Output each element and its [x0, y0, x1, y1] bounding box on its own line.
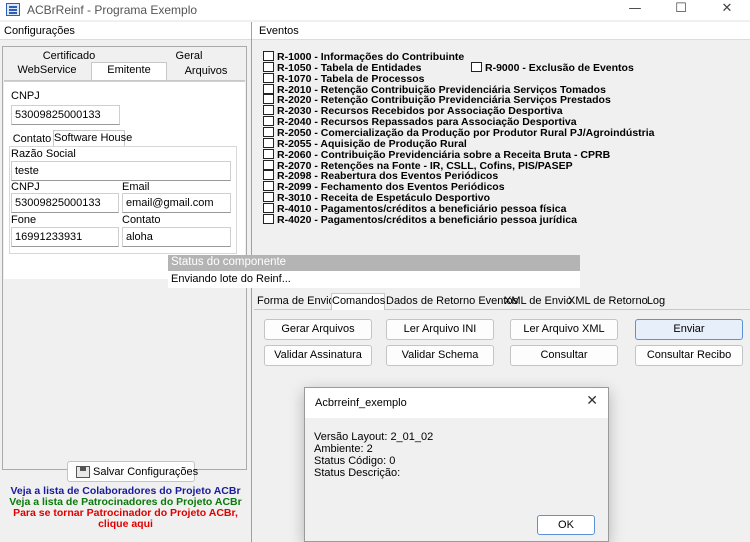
event-checkbox-item[interactable]: R-1070 - Tabela de Processos: [263, 72, 424, 84]
tab-contato[interactable]: Contato: [10, 132, 54, 147]
emitente-panel: CNPJ 53009825000133 Contato Software Hou…: [4, 81, 245, 279]
checkbox-icon: [263, 61, 274, 72]
software-house-panel: Razão Social teste CNPJ Email 5300982500…: [9, 146, 237, 254]
eventos-header: Eventos: [252, 22, 750, 40]
contato-label: Contato: [122, 214, 161, 226]
configuracoes-title: Configurações: [4, 25, 75, 37]
consultar-recibo-button[interactable]: Consultar Recibo: [635, 345, 743, 366]
dialog-title: Acbrreinf_exemplo: [315, 397, 407, 409]
checkbox-icon: [263, 148, 274, 159]
event-checkbox-item[interactable]: R-2060 - Contribuição Previdenciária sob…: [263, 148, 610, 160]
checkbox-icon: [263, 72, 274, 83]
dialog-line-status-codigo: Status Código: 0: [314, 455, 396, 467]
event-checkbox-item[interactable]: R-1000 - Informações do Contribuinte: [263, 51, 464, 63]
event-label: R-4020 - Pagamentos/créditos a beneficiá…: [277, 213, 577, 226]
ler-arquivo-xml-button[interactable]: Ler Arquivo XML: [510, 319, 618, 340]
email-field[interactable]: email@gmail.com: [122, 193, 231, 213]
event-checkbox-item[interactable]: R-2070 - Retenções na Fonte - IR, CSLL, …: [263, 159, 573, 171]
checkbox-icon: [263, 181, 274, 192]
checkbox-icon: [263, 137, 274, 148]
ok-button[interactable]: OK: [537, 515, 595, 535]
bottom-tabs: Forma de Envio Comandos Dados de Retorno…: [254, 293, 750, 310]
checkbox-icon: [263, 170, 274, 181]
sw-cnpj-label: CNPJ: [11, 181, 40, 193]
event-checkbox-item[interactable]: R-4020 - Pagamentos/créditos a beneficiá…: [263, 213, 577, 226]
checkbox-icon: [263, 83, 274, 94]
tab-comandos[interactable]: Comandos: [331, 293, 385, 310]
enviar-button[interactable]: Enviar: [635, 319, 743, 340]
checkbox-icon: [263, 192, 274, 203]
contato-field[interactable]: aloha: [122, 227, 231, 247]
sw-cnpj-field[interactable]: 53009825000133: [11, 193, 119, 213]
checkbox-icon: [263, 126, 274, 137]
cnpj-field[interactable]: 53009825000133: [11, 105, 120, 125]
event-checkbox-item[interactable]: R-2050 - Comercialização da Produção por…: [263, 126, 655, 138]
tab-emitente[interactable]: Emitente: [91, 62, 167, 80]
checkbox-icon: [263, 105, 274, 116]
tab-webservice[interactable]: WebService: [7, 63, 87, 79]
title-bar: ACBrReinf - Programa Exemplo — ☐ ✕: [0, 0, 750, 20]
event-checkbox-item[interactable]: R-2099 - Fechamento dos Eventos Periódic…: [263, 181, 505, 193]
consultar-button[interactable]: Consultar: [510, 345, 618, 366]
event-checkbox-item[interactable]: R-2055 - Aquisição de Produção Rural: [263, 137, 467, 149]
minimize-button[interactable]: —: [612, 0, 658, 20]
status-message: Enviando lote do Reinf...: [168, 271, 580, 288]
dialog-body: Versão Layout: 2_01_02 Ambiente: 2 Statu…: [305, 418, 608, 541]
checkbox-icon: [263, 51, 274, 61]
fone-field[interactable]: 16991233931: [11, 227, 119, 247]
eventos-title: Eventos: [259, 25, 299, 37]
tab-xml-retorno[interactable]: XML de Retorno: [568, 294, 648, 310]
event-checkbox-item[interactable]: R-2030 - Recursos Recebidos por Associaç…: [263, 105, 563, 117]
app-icon: [6, 3, 20, 16]
validar-schema-button[interactable]: Validar Schema: [386, 345, 494, 366]
event-checkbox-item[interactable]: R-2098 - Reabertura dos Eventos Periódic…: [263, 170, 498, 182]
event-checkbox-item[interactable]: R-1050 - Tabela de Entidades: [263, 61, 422, 73]
salvar-configuracoes-label: Salvar Configurações: [93, 466, 199, 478]
event-checkbox-item[interactable]: R-4010 - Pagamentos/créditos a beneficiá…: [263, 202, 566, 214]
save-icon: [76, 466, 90, 478]
close-window-button[interactable]: ✕: [704, 0, 750, 20]
salvar-configuracoes-button[interactable]: Salvar Configurações: [67, 461, 199, 482]
checkbox-icon: [263, 116, 274, 127]
event-checkbox-r9000[interactable]: R-9000 - Exclusão de Eventos: [471, 62, 634, 74]
razao-social-field[interactable]: teste: [11, 161, 231, 181]
link-clique-aqui[interactable]: clique aqui: [0, 518, 251, 530]
validar-assinatura-button[interactable]: Validar Assinatura: [264, 345, 372, 366]
status-title-bar: Status do componente: [168, 255, 580, 271]
event-checkbox-item[interactable]: R-2020 - Retenção Contribuição Previdenc…: [263, 94, 611, 106]
dialog-line-status-descricao: Status Descrição:: [314, 467, 401, 479]
event-checkbox-item[interactable]: R-2010 - Retenção Contribuição Previdenc…: [263, 83, 606, 95]
event-checkbox-item[interactable]: R-3010 - Receita de Espetáculo Desportiv…: [263, 192, 490, 204]
tab-dados-retorno[interactable]: Dados de Retorno Eventos: [386, 294, 518, 310]
gerar-arquivos-button[interactable]: Gerar Arquivos: [264, 319, 372, 340]
configuracoes-header: Configurações: [0, 22, 251, 40]
window-title: ACBrReinf - Programa Exemplo: [27, 3, 198, 17]
razao-social-label: Razão Social: [11, 148, 76, 160]
event-checkbox-item[interactable]: R-2040 - Recursos Repassados para Associ…: [263, 116, 577, 128]
checkbox-icon: [263, 213, 274, 224]
fone-label: Fone: [11, 214, 37, 226]
tab-forma-de-envio[interactable]: Forma de Envio: [257, 294, 335, 310]
dialog-close-icon[interactable]: ✕: [586, 393, 598, 409]
dialog-line-versao: Versão Layout: 2_01_02: [314, 431, 434, 443]
checkbox-icon: [263, 94, 274, 105]
cnpj-label: CNPJ: [11, 90, 40, 102]
checkbox-icon: [263, 202, 274, 213]
tab-xml-envio[interactable]: XML de Envio: [504, 294, 572, 310]
ler-arquivo-ini-button[interactable]: Ler Arquivo INI: [386, 319, 494, 340]
email-label: Email: [122, 181, 150, 193]
tab-log[interactable]: Log: [644, 294, 668, 310]
message-dialog: Acbrreinf_exemplo ✕ Versão Layout: 2_01_…: [304, 387, 609, 542]
tab-arquivos[interactable]: Arquivos: [167, 64, 245, 80]
dialog-line-ambiente: Ambiente: 2: [314, 443, 373, 455]
maximize-button[interactable]: ☐: [658, 0, 704, 20]
checkbox-icon: [263, 159, 274, 170]
tab-software-house[interactable]: Software House: [53, 130, 132, 147]
checkbox-icon: [471, 62, 482, 72]
